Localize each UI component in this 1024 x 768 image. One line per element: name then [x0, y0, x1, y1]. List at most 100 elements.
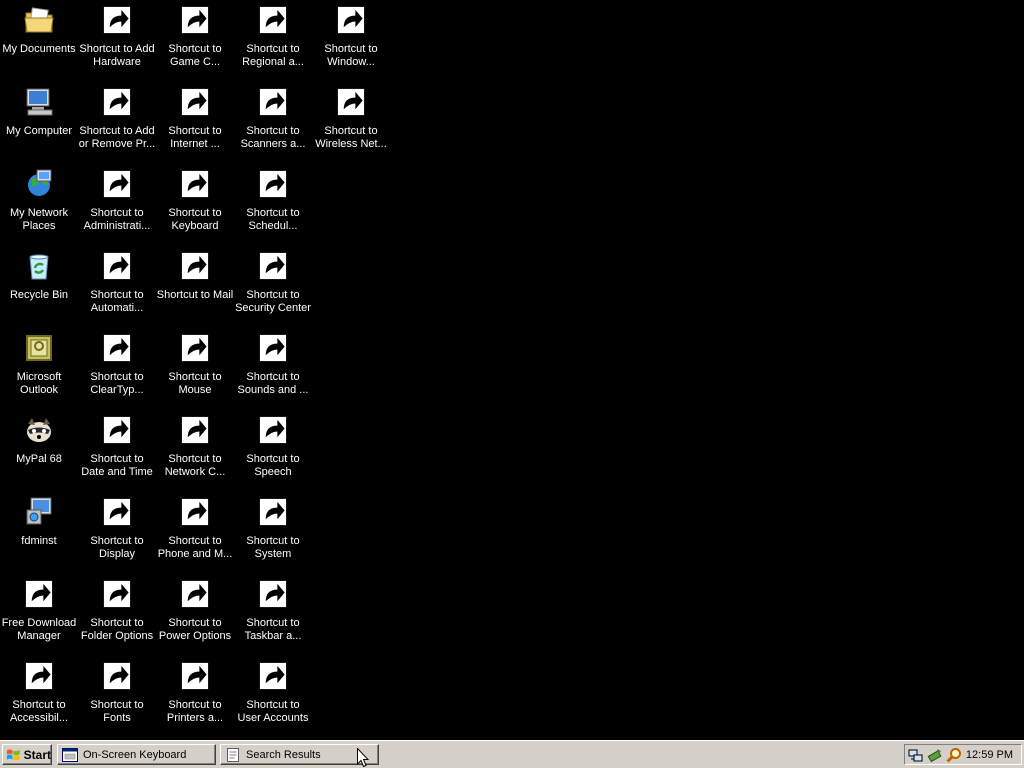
desktop-icon[interactable]: Shortcut to Window... [312, 2, 390, 82]
icon-image [257, 250, 289, 282]
icon-label: My Computer [5, 125, 73, 137]
desktop-icon[interactable]: A Shortcut to ClearTyp... [78, 330, 156, 410]
mouse-cursor-icon [357, 748, 369, 768]
desktop-icon[interactable]: Shortcut to Phone and M... [156, 494, 234, 574]
desktop-icon[interactable]: MyPal 68 [0, 412, 78, 492]
icon-label: Shortcut to Printers a... [166, 699, 224, 724]
shortcut-arrow-icon [101, 86, 133, 118]
shortcut-arrow-icon [179, 86, 211, 118]
icon-label: MyPal 68 [16, 453, 62, 465]
shortcut-arrow-icon [179, 332, 211, 364]
desktop-icon[interactable]: Shortcut to Speech [234, 412, 312, 492]
icon-label: Shortcut to Keyboard [168, 207, 222, 232]
icon-label: Shortcut to Display [90, 535, 144, 560]
desktop-icon[interactable]: Shortcut to Internet ... [156, 84, 234, 164]
desktop-icon[interactable]: Shortcut to Sounds and ... [234, 330, 312, 410]
task-search-results[interactable]: Search Results [220, 744, 379, 765]
icon-image [101, 4, 133, 36]
desktop-icon[interactable]: Shortcut to Mouse [156, 330, 234, 410]
icon-image [23, 496, 55, 528]
shortcut-arrow-icon [179, 660, 211, 692]
desktop-icon[interactable]: Shortcut to Schedul... [234, 166, 312, 246]
icon-image [23, 4, 55, 36]
icon-label: fdminst [21, 535, 57, 547]
desktop-icon[interactable]: fdminst [0, 494, 78, 574]
shortcut-arrow-icon [179, 4, 211, 36]
icon-image [23, 332, 55, 364]
desktop-icon[interactable]: Shortcut to Fonts [78, 658, 156, 738]
desktop-icon[interactable]: Shortcut to Regional a... [234, 2, 312, 82]
icon-image [101, 414, 133, 446]
shortcut-arrow-icon [179, 250, 211, 282]
recycle-bin-icon [29, 254, 49, 280]
desktop-icon[interactable]: Shortcut to Add Hardware [78, 2, 156, 82]
icon-image [101, 496, 133, 528]
desktop-icon[interactable]: Shortcut to Mail [156, 248, 234, 328]
desktop-icon[interactable]: Microsoft Outlook [0, 330, 78, 410]
desktop-icon[interactable]: Free Download Manager [0, 576, 78, 656]
outlook-icon [26, 335, 52, 361]
safely-remove-icon[interactable] [927, 747, 943, 763]
icon-label: Shortcut to Accessibil... [9, 699, 69, 724]
desktop-icon[interactable]: Shortcut to Automati... [78, 248, 156, 328]
desktop-icon[interactable]: Shortcut to Network C... [156, 412, 234, 492]
desktop-icon[interactable]: My Network Places [0, 166, 78, 246]
icon-label: Shortcut to Regional a... [242, 43, 304, 68]
desktop-icon[interactable]: Shortcut to Power Options [156, 576, 234, 656]
desktop-icon[interactable]: Shortcut to Add or Remove Pr... [78, 84, 156, 164]
icon-image [23, 414, 55, 446]
icon-image [179, 578, 211, 610]
shortcut-arrow-icon [23, 578, 55, 610]
icon-label: Shortcut to Game C... [168, 43, 222, 68]
network-tray-icon[interactable] [908, 747, 924, 763]
shortcut-arrow-icon [101, 660, 133, 692]
start-label: Start [23, 747, 51, 762]
icon-label: Microsoft Outlook [16, 371, 62, 396]
desktop: My Documents My Computer My Network Places… [0, 0, 1024, 740]
desktop-icon[interactable]: Shortcut to Wireless Net... [312, 84, 390, 164]
task-label: Search Results [246, 748, 321, 761]
shortcut-arrow-icon [335, 4, 367, 36]
desktop-icon[interactable]: Shortcut to Date and Time [78, 412, 156, 492]
desktop-icon[interactable]: Shortcut to Accessibil... [0, 658, 78, 738]
clock[interactable]: 12:59 PM [966, 749, 1013, 761]
desktop-icon[interactable]: Shortcut to Scanners a... [234, 84, 312, 164]
desktop-icon[interactable]: Shortcut to Game C... [156, 2, 234, 82]
network-places-icon [28, 169, 52, 196]
icon-label: Shortcut to Folder Options [80, 617, 154, 642]
icon-image [23, 168, 55, 200]
icon-image [179, 332, 211, 364]
icon-label: Shortcut to Add or Remove Pr... [78, 125, 156, 150]
search-tray-icon[interactable] [946, 747, 962, 763]
desktop-icon[interactable]: Shortcut to Taskbar a... [234, 576, 312, 656]
icon-image [179, 86, 211, 118]
desktop-icon[interactable]: Shortcut to Administrati... [78, 166, 156, 246]
desktop-icon[interactable]: My Documents [0, 2, 78, 82]
desktop-icon[interactable]: My Computer [0, 84, 78, 164]
computer-icon [26, 88, 53, 116]
desktop-icon[interactable]: Recycle Bin [0, 248, 78, 328]
shortcut-arrow-icon [257, 660, 289, 692]
task-on-screen-keyboard[interactable]: On-Screen Keyboard [57, 744, 216, 765]
icon-label: Free Download Manager [1, 617, 77, 642]
icon-image [335, 4, 367, 36]
icon-image [23, 86, 55, 118]
icon-label: Shortcut to Phone and M... [157, 535, 233, 560]
start-button[interactable]: Start [2, 744, 52, 765]
installer-icon [26, 497, 52, 525]
shortcut-arrow-icon [257, 578, 289, 610]
icon-label: Shortcut to ClearTyp... [90, 371, 144, 396]
desktop-icon[interactable]: Shortcut to Security Center [234, 248, 312, 328]
desktop-icon[interactable]: Shortcut to Display [78, 494, 156, 574]
desktop-icon[interactable]: Shortcut to Printers a... [156, 658, 234, 738]
icon-label: Shortcut to Window... [324, 43, 378, 68]
icon-label: Shortcut to Wireless Net... [315, 125, 387, 150]
desktop-icon[interactable]: Shortcut to User Accounts [234, 658, 312, 738]
icon-image [179, 168, 211, 200]
shortcut-arrow-icon [101, 414, 133, 446]
icon-image [101, 660, 133, 692]
desktop-icon[interactable]: Shortcut to System [234, 494, 312, 574]
desktop-icon[interactable]: Shortcut to Folder Options [78, 576, 156, 656]
icon-label: Shortcut to Scanners a... [240, 125, 306, 150]
desktop-icon[interactable]: Shortcut to Keyboard [156, 166, 234, 246]
